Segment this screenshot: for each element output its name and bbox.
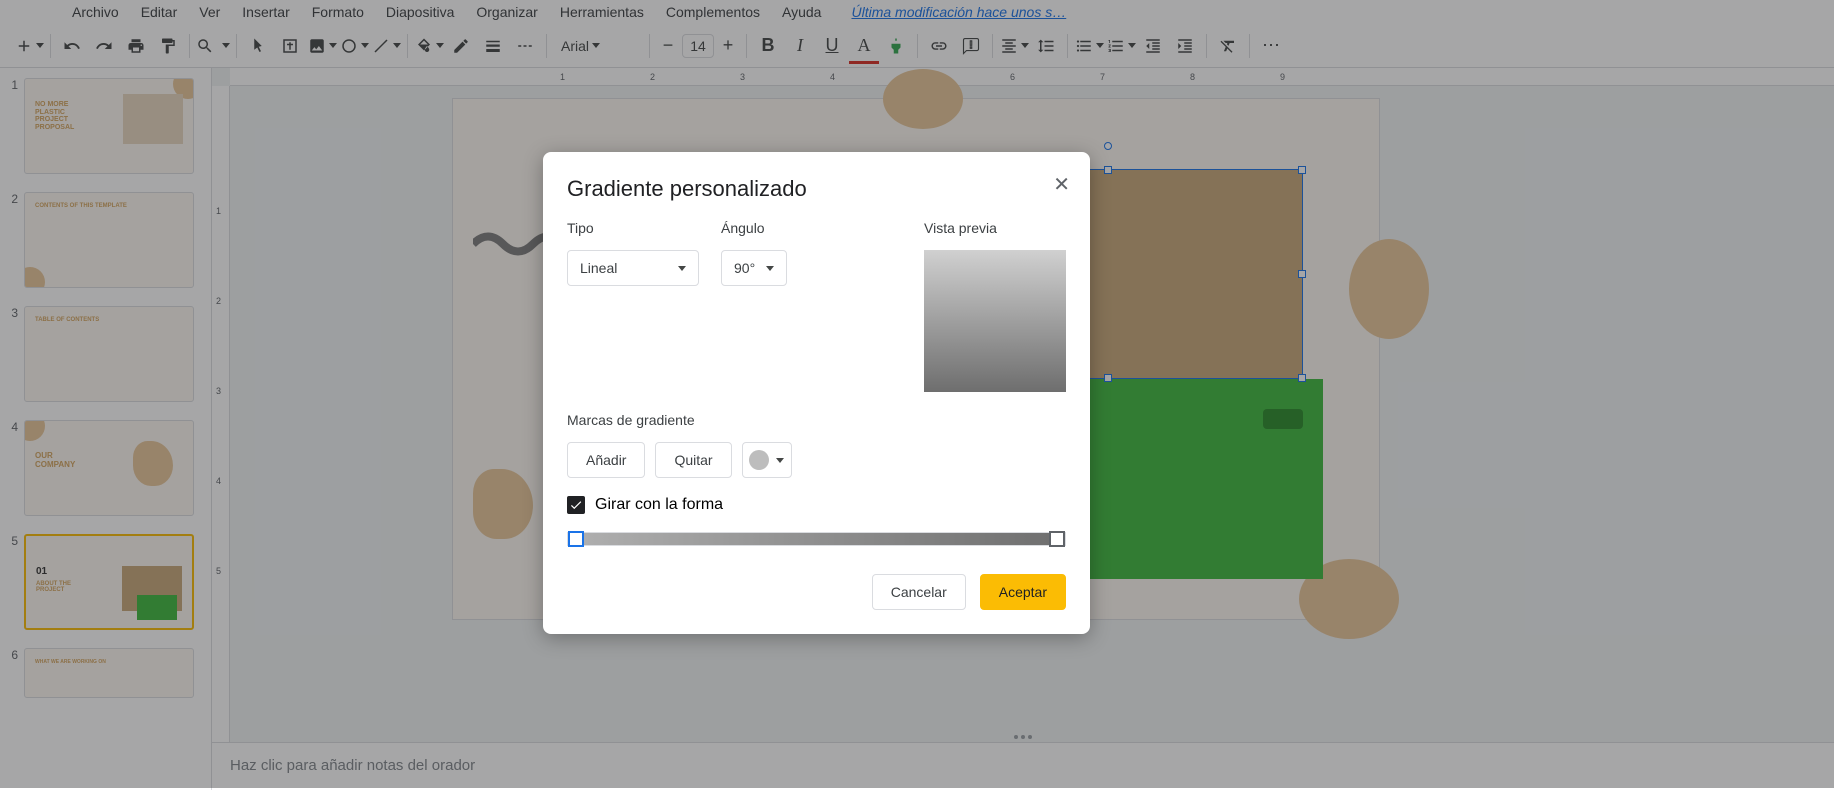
- dialog-close-button[interactable]: ✕: [1053, 172, 1070, 197]
- remove-stop-button[interactable]: Quitar: [655, 442, 731, 478]
- gradient-stops-bar[interactable]: [567, 532, 1066, 546]
- stop-color-picker[interactable]: [742, 442, 792, 478]
- rotate-with-shape-checkbox[interactable]: [567, 496, 585, 514]
- add-stop-button[interactable]: Añadir: [567, 442, 645, 478]
- gradient-preview: [924, 250, 1066, 392]
- accept-button[interactable]: Aceptar: [980, 574, 1066, 610]
- gradient-stop-handle[interactable]: [568, 531, 584, 547]
- gradient-stop-handle[interactable]: [1049, 531, 1065, 547]
- gradient-type-select[interactable]: Lineal: [567, 250, 699, 286]
- dialog-title: Gradiente personalizado: [567, 176, 1066, 202]
- rotate-label: Girar con la forma: [595, 496, 723, 514]
- angle-label: Ángulo: [721, 220, 787, 236]
- gradient-dialog: Gradiente personalizado ✕ Tipo Lineal Án…: [543, 152, 1090, 634]
- stops-label: Marcas de gradiente: [567, 412, 1066, 428]
- cancel-button[interactable]: Cancelar: [872, 574, 966, 610]
- gradient-angle-select[interactable]: 90°: [721, 250, 787, 286]
- type-label: Tipo: [567, 220, 699, 236]
- preview-label: Vista previa: [924, 220, 1066, 236]
